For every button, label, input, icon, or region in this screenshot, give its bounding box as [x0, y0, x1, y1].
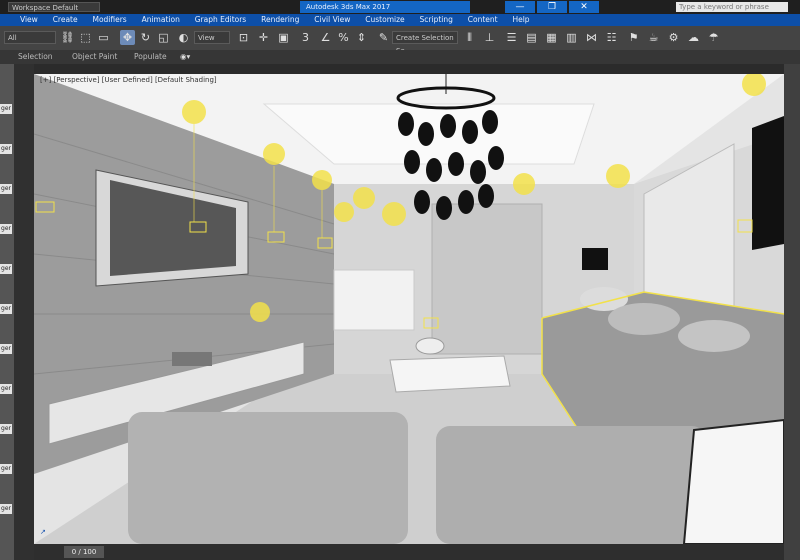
select-object-icon[interactable]: ⬚	[78, 30, 93, 45]
app-title: Autodesk 3ds Max 2017	[300, 1, 470, 13]
explorer-item[interactable]: ger	[0, 424, 12, 434]
spinner-snap-icon[interactable]: ⇕	[354, 30, 369, 45]
main-toolbar: All ⛓ ⬚ ▭ ✥ ↻ ◱ ◐ View ⊡ ✛ ▣ 3 ∠ % ⇕ ✎ C…	[0, 26, 800, 55]
perspective-viewport[interactable]: [+] [Perspective] [User Defined] [Defaul…	[34, 74, 784, 544]
edit-named-selection-icon[interactable]: ✎	[376, 30, 391, 45]
explorer-item[interactable]: ger	[0, 184, 12, 194]
sofa-cushion	[608, 303, 680, 335]
side-table	[682, 418, 784, 544]
ribbon-tabs: Selection Object Paint Populate ◉▾	[0, 50, 800, 64]
keyboard-shortcut-icon[interactable]: ▣	[276, 30, 291, 45]
timeline-bar: 0 / 100	[34, 544, 784, 560]
search-input[interactable]: Type a keyword or phrase	[676, 2, 788, 12]
explorer-item[interactable]: ger	[0, 304, 12, 314]
explorer-item[interactable]: ger	[0, 144, 12, 154]
menu-rendering[interactable]: Rendering	[261, 14, 299, 26]
ribbon-options-icon[interactable]: ◉▾	[180, 50, 190, 64]
table-bowl	[415, 337, 445, 355]
snap-icon[interactable]: 3	[298, 30, 313, 45]
close-button[interactable]: ✕	[569, 1, 599, 13]
material-editor-icon[interactable]: ⋈	[584, 30, 599, 45]
explorer-item[interactable]: ger	[0, 504, 12, 514]
explorer-item[interactable]: ger	[0, 104, 12, 114]
sofa-cushion	[678, 320, 750, 352]
scale-icon[interactable]: ◱	[156, 30, 171, 45]
viewport-label[interactable]: [+] [Perspective] [User Defined] [Defaul…	[40, 76, 217, 84]
named-selection-dropdown[interactable]: Create Selection Se	[392, 31, 458, 55]
render-production-icon[interactable]: ⚙	[666, 30, 681, 45]
toggle-ribbon-icon[interactable]: ▤	[524, 30, 539, 45]
select-manipulate-icon[interactable]: ✛	[256, 30, 271, 45]
render-iterative-icon[interactable]: ☁	[686, 30, 701, 45]
mirror-icon[interactable]: ⫴	[462, 30, 477, 45]
menu-civil-view[interactable]: Civil View	[314, 14, 350, 26]
link-icon[interactable]: ⛓	[60, 30, 75, 45]
scene-render	[34, 74, 784, 544]
percent-snap-icon[interactable]: %	[336, 30, 351, 45]
explorer-item[interactable]: ger	[0, 464, 12, 474]
title-bar: Workspace Default Autodesk 3ds Max 2017 …	[0, 0, 800, 14]
render-online-icon[interactable]: ☂	[706, 30, 721, 45]
tab-populate[interactable]: Populate	[134, 50, 167, 64]
menu-help[interactable]: Help	[512, 14, 529, 26]
tv-box	[172, 352, 212, 366]
time-slider[interactable]: 0 / 100	[64, 546, 104, 558]
back-shelf	[431, 203, 543, 355]
tab-selection[interactable]: Selection	[18, 50, 53, 64]
back-window	[333, 269, 415, 331]
explorer-item[interactable]: ger	[0, 224, 12, 234]
render-icon[interactable]: ☕	[646, 30, 661, 45]
ottoman-left	[128, 412, 408, 544]
move-icon[interactable]: ✥	[120, 30, 135, 45]
right-frame	[752, 116, 784, 250]
layer-explorer-icon[interactable]: ☰	[504, 30, 519, 45]
ottoman-right	[436, 426, 706, 544]
explorer-item[interactable]: ger	[0, 384, 12, 394]
curve-editor-icon[interactable]: ▦	[544, 30, 559, 45]
coffee-table	[389, 355, 511, 393]
menu-modifiers[interactable]: Modifiers	[92, 14, 126, 26]
back-tv	[582, 248, 608, 270]
workspace-dropdown[interactable]: Workspace Default	[8, 2, 100, 12]
menu-customize[interactable]: Customize	[365, 14, 404, 26]
place-icon[interactable]: ◐	[176, 30, 191, 45]
menu-animation[interactable]: Animation	[142, 14, 180, 26]
axis-tripod-icon: ↗	[40, 528, 46, 536]
scene-explorer-panel: ger ger ger ger ger ger ger ger ger ger …	[0, 64, 14, 560]
rotate-icon[interactable]: ↻	[138, 30, 153, 45]
angle-snap-icon[interactable]: ∠	[318, 30, 333, 45]
menu-graph-editors[interactable]: Graph Editors	[195, 14, 247, 26]
menu-content[interactable]: Content	[468, 14, 498, 26]
restore-button[interactable]: ❐	[537, 1, 567, 13]
menu-scripting[interactable]: Scripting	[420, 14, 453, 26]
explorer-item[interactable]: ger	[0, 264, 12, 274]
command-panel-edge	[784, 64, 800, 560]
align-icon[interactable]: ⊥	[482, 30, 497, 45]
select-region-icon[interactable]: ▭	[96, 30, 111, 45]
schematic-view-icon[interactable]: ▥	[564, 30, 579, 45]
menu-bar: View Create Modifiers Animation Graph Ed…	[0, 14, 800, 26]
reference-coordinate-dropdown[interactable]: View	[194, 31, 230, 44]
render-setup-icon[interactable]: ☷	[604, 30, 619, 45]
pivot-icon[interactable]: ⊡	[236, 30, 251, 45]
explorer-item[interactable]: ger	[0, 344, 12, 354]
tab-object-paint[interactable]: Object Paint	[72, 50, 117, 64]
selection-filter-dropdown[interactable]: All	[4, 31, 56, 44]
explorer-gutter	[14, 64, 34, 560]
rendered-frame-icon[interactable]: ⚑	[626, 30, 641, 45]
minimize-button[interactable]: —	[505, 1, 535, 13]
menu-view[interactable]: View	[20, 14, 38, 26]
menu-create[interactable]: Create	[53, 14, 78, 26]
